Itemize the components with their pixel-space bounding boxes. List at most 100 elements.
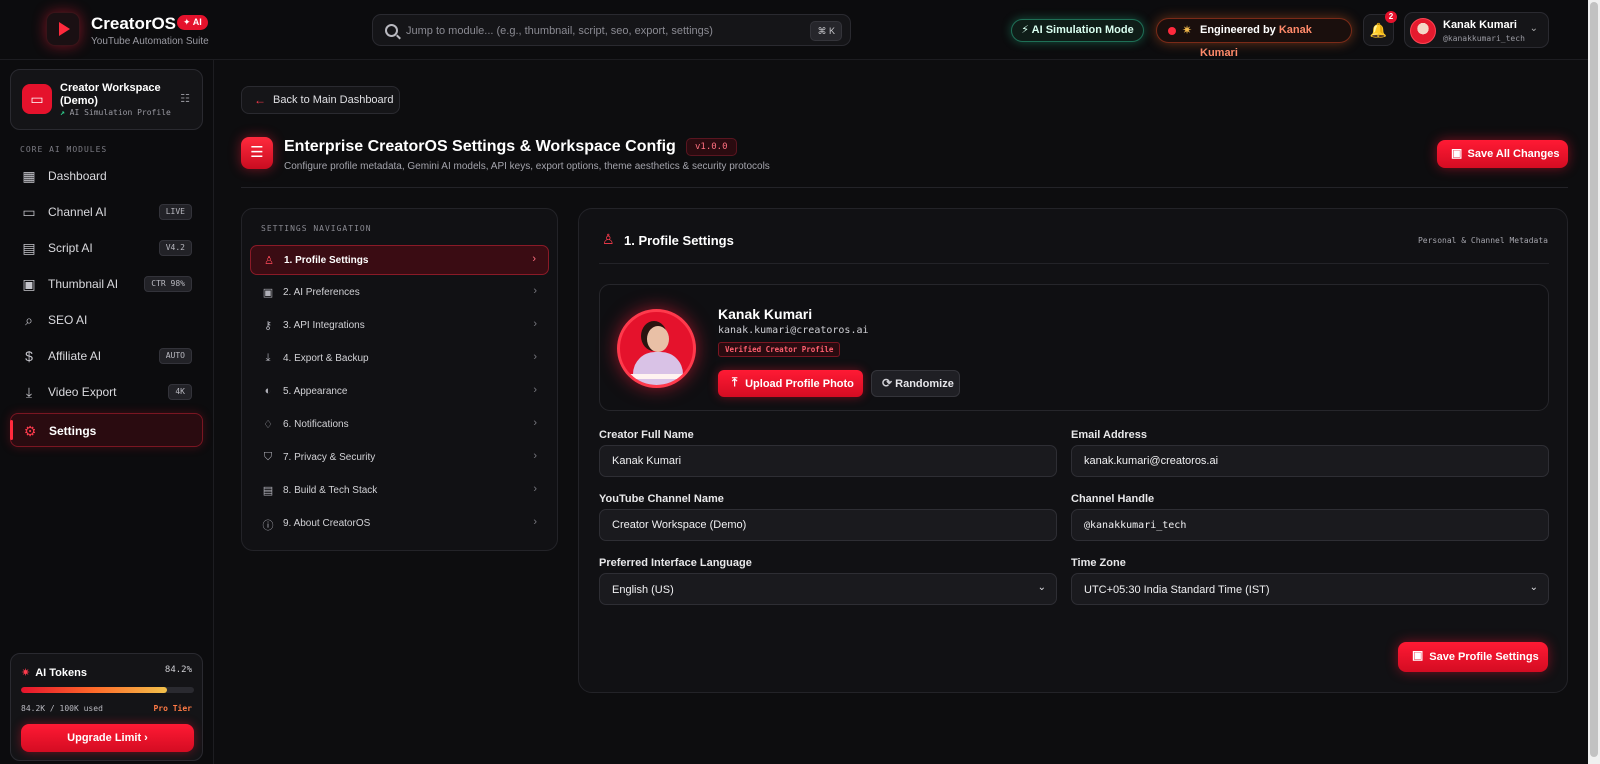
- sidebar-item-video-export[interactable]: ⤓ Video Export 4K: [10, 375, 203, 409]
- user-menu[interactable]: Kanak Kumari @kanakkumari_tech ⌄: [1404, 12, 1549, 48]
- upgrade-limit-button[interactable]: Upgrade Limit ›: [21, 724, 194, 752]
- user-icon: ♙: [602, 231, 615, 247]
- sidebar-item-channel-ai[interactable]: ▭ Channel AI LIVE: [10, 195, 203, 229]
- top-bar: CreatorOS ✦ AI YouTube Automation Suite …: [0, 0, 1600, 60]
- tv-icon: ▭: [22, 84, 52, 114]
- tokens-used: 84.2K / 100K used: [21, 704, 103, 713]
- settings-tab-notifications[interactable]: ♢ 6. Notifications ›: [250, 410, 549, 440]
- engineered-by-pill[interactable]: ✷ Engineered by Kanak Kumari: [1156, 18, 1352, 59]
- page-scrollbar[interactable]: [1588, 0, 1600, 764]
- user-icon: ♙: [264, 255, 274, 267]
- sidebar-item-dashboard[interactable]: ▦ Dashboard: [10, 159, 203, 193]
- refresh-icon: ⟳: [882, 376, 893, 390]
- settings-tab-about[interactable]: ⓘ 9. About CreatorOS ›: [250, 509, 549, 539]
- bell-icon: ♢: [263, 419, 273, 431]
- full-name-field[interactable]: [599, 445, 1057, 477]
- dollar-icon: $: [25, 348, 33, 364]
- sidebar-item-settings[interactable]: ⚙ Settings: [10, 413, 203, 447]
- save-profile-settings-button[interactable]: ▣ Save Profile Settings: [1398, 642, 1548, 672]
- workspace-title: Creator Workspace (Demo): [60, 82, 161, 107]
- live-dot-icon: [1168, 27, 1176, 35]
- email-field[interactable]: [1071, 445, 1549, 477]
- profile-name: Kanak Kumari: [718, 306, 813, 322]
- settings-sliders-icon: ☰: [241, 137, 273, 169]
- save-all-changes-button[interactable]: ▣ Save All Changes: [1437, 140, 1568, 168]
- download-icon: ⤓: [265, 352, 271, 364]
- back-to-dashboard-button[interactable]: ← Back to Main Dashboard: [241, 86, 400, 114]
- channel-handle-field[interactable]: [1071, 509, 1549, 541]
- settings-navigation: SETTINGS NAVIGATION ♙ 1. Profile Setting…: [241, 208, 558, 551]
- chevron-down-icon: ⌄: [1529, 23, 1538, 34]
- settings-tab-api-integrations[interactable]: ⚷ 3. API Integrations ›: [250, 311, 549, 341]
- chevron-right-icon: ›: [533, 450, 537, 462]
- verified-badge: Verified Creator Profile: [718, 342, 841, 357]
- upload-profile-photo-button[interactable]: ⤒ Upload Profile Photo: [718, 370, 863, 397]
- tokens-progress-fill: [21, 687, 167, 693]
- shield-icon: ⛉: [263, 451, 273, 463]
- tune-icon[interactable]: ☷: [180, 92, 190, 105]
- chevron-right-icon: ›: [533, 285, 537, 297]
- settings-tab-build-tech-stack[interactable]: ▤ 8. Build & Tech Stack ›: [250, 476, 549, 506]
- search-icon: ⌕: [25, 312, 33, 328]
- search-icon: [385, 24, 398, 37]
- tokens-title: AI Tokens: [35, 667, 87, 679]
- dashboard-icon: ▦: [22, 168, 36, 184]
- settings-tab-export-backup[interactable]: ⤓ 4. Export & Backup ›: [250, 344, 549, 374]
- settings-nav-label: SETTINGS NAVIGATION: [261, 224, 372, 233]
- panel-title: 1. Profile Settings: [624, 233, 734, 248]
- chevron-right-icon: ›: [533, 417, 537, 429]
- search-input[interactable]: [406, 21, 796, 41]
- brand-ai-badge: ✦ AI: [177, 15, 208, 30]
- chevron-right-icon: ›: [533, 351, 537, 363]
- module-search[interactable]: ⌘ K: [372, 14, 851, 46]
- sidebar-item-affiliate-ai[interactable]: $ Affiliate AI AUTO: [10, 339, 203, 373]
- ctr-badge: CTR 98%: [144, 276, 192, 292]
- settings-tab-profile[interactable]: ♙ 1. Profile Settings ›: [250, 245, 549, 275]
- document-icon: ▤: [22, 240, 36, 256]
- code-file-icon: ▤: [262, 485, 274, 497]
- sidebar-item-seo-ai[interactable]: ⌕ SEO AI: [10, 303, 203, 337]
- language-select[interactable]: English (US) ⌄: [599, 573, 1057, 605]
- channel-name-field[interactable]: [599, 509, 1057, 541]
- tokens-percent: 84.2%: [164, 665, 192, 675]
- notifications-button[interactable]: 🔔 2: [1363, 11, 1397, 46]
- timezone-select[interactable]: UTC+05:30 India Standard Time (IST) ⌄: [1071, 573, 1549, 605]
- panel-meta: Personal & Channel Metadata: [1417, 236, 1548, 245]
- workspace-subtitle: AI Simulation Profile: [69, 108, 171, 117]
- user-name: Kanak Kumari: [1443, 19, 1517, 31]
- version-badge: v1.0.0: [686, 138, 737, 156]
- settings-tab-appearance[interactable]: ◐ 5. Appearance ›: [250, 377, 549, 407]
- page-subtitle: Configure profile metadata, Gemini AI mo…: [284, 161, 770, 172]
- play-logo-icon[interactable]: [46, 12, 80, 46]
- scrollbar-thumb[interactable]: [1590, 2, 1598, 757]
- chip-icon: ▣: [262, 287, 274, 299]
- sidebar-item-thumbnail-ai[interactable]: ▣ Thumbnail AI CTR 98%: [10, 267, 203, 301]
- divider: [599, 263, 1549, 264]
- sidebar-item-script-ai[interactable]: ▤ Script AI V4.2: [10, 231, 203, 265]
- settings-tab-privacy-security[interactable]: ⛉ 7. Privacy & Security ›: [250, 443, 549, 473]
- user-handle: @kanakkumari_tech: [1443, 34, 1525, 43]
- sparkle-icon: ✷: [21, 667, 31, 679]
- email-label: Email Address: [1071, 429, 1148, 441]
- save-icon: ▣: [1451, 146, 1463, 160]
- full-name-label: Creator Full Name: [599, 429, 694, 441]
- sparkle-icon: ✷: [1182, 23, 1193, 37]
- randomize-button[interactable]: ⟳ Randomize: [871, 370, 960, 397]
- profile-settings-panel: ♙ 1. Profile Settings Personal & Channel…: [578, 208, 1568, 693]
- bell-icon: 🔔: [1369, 22, 1388, 38]
- settings-tab-ai-preferences[interactable]: ▣ 2. AI Preferences ›: [250, 278, 549, 308]
- chevron-down-icon: ⌄: [1037, 582, 1046, 593]
- wand-icon: ⚡: [1021, 24, 1029, 36]
- sidebar: ▭ Creator Workspace (Demo) ↗ AI Simulati…: [0, 60, 214, 764]
- brand-name: CreatorOS: [91, 14, 177, 33]
- ai-tokens-card: ✷ AI Tokens 84.2% 84.2K / 100K used Pro T…: [10, 653, 203, 761]
- trend-icon: ↗: [60, 108, 65, 117]
- channel-handle-label: Channel Handle: [1071, 493, 1155, 505]
- channel-name-label: YouTube Channel Name: [599, 493, 724, 505]
- chevron-right-icon: ›: [144, 732, 148, 744]
- ai-simulation-mode-pill[interactable]: ⚡ AI Simulation Mode: [1011, 19, 1144, 42]
- workspace-card[interactable]: ▭ Creator Workspace (Demo) ↗ AI Simulati…: [10, 69, 203, 130]
- tokens-progress-bar: [21, 687, 194, 693]
- chevron-right-icon: ›: [532, 253, 536, 265]
- download-icon: ⤓: [25, 384, 33, 400]
